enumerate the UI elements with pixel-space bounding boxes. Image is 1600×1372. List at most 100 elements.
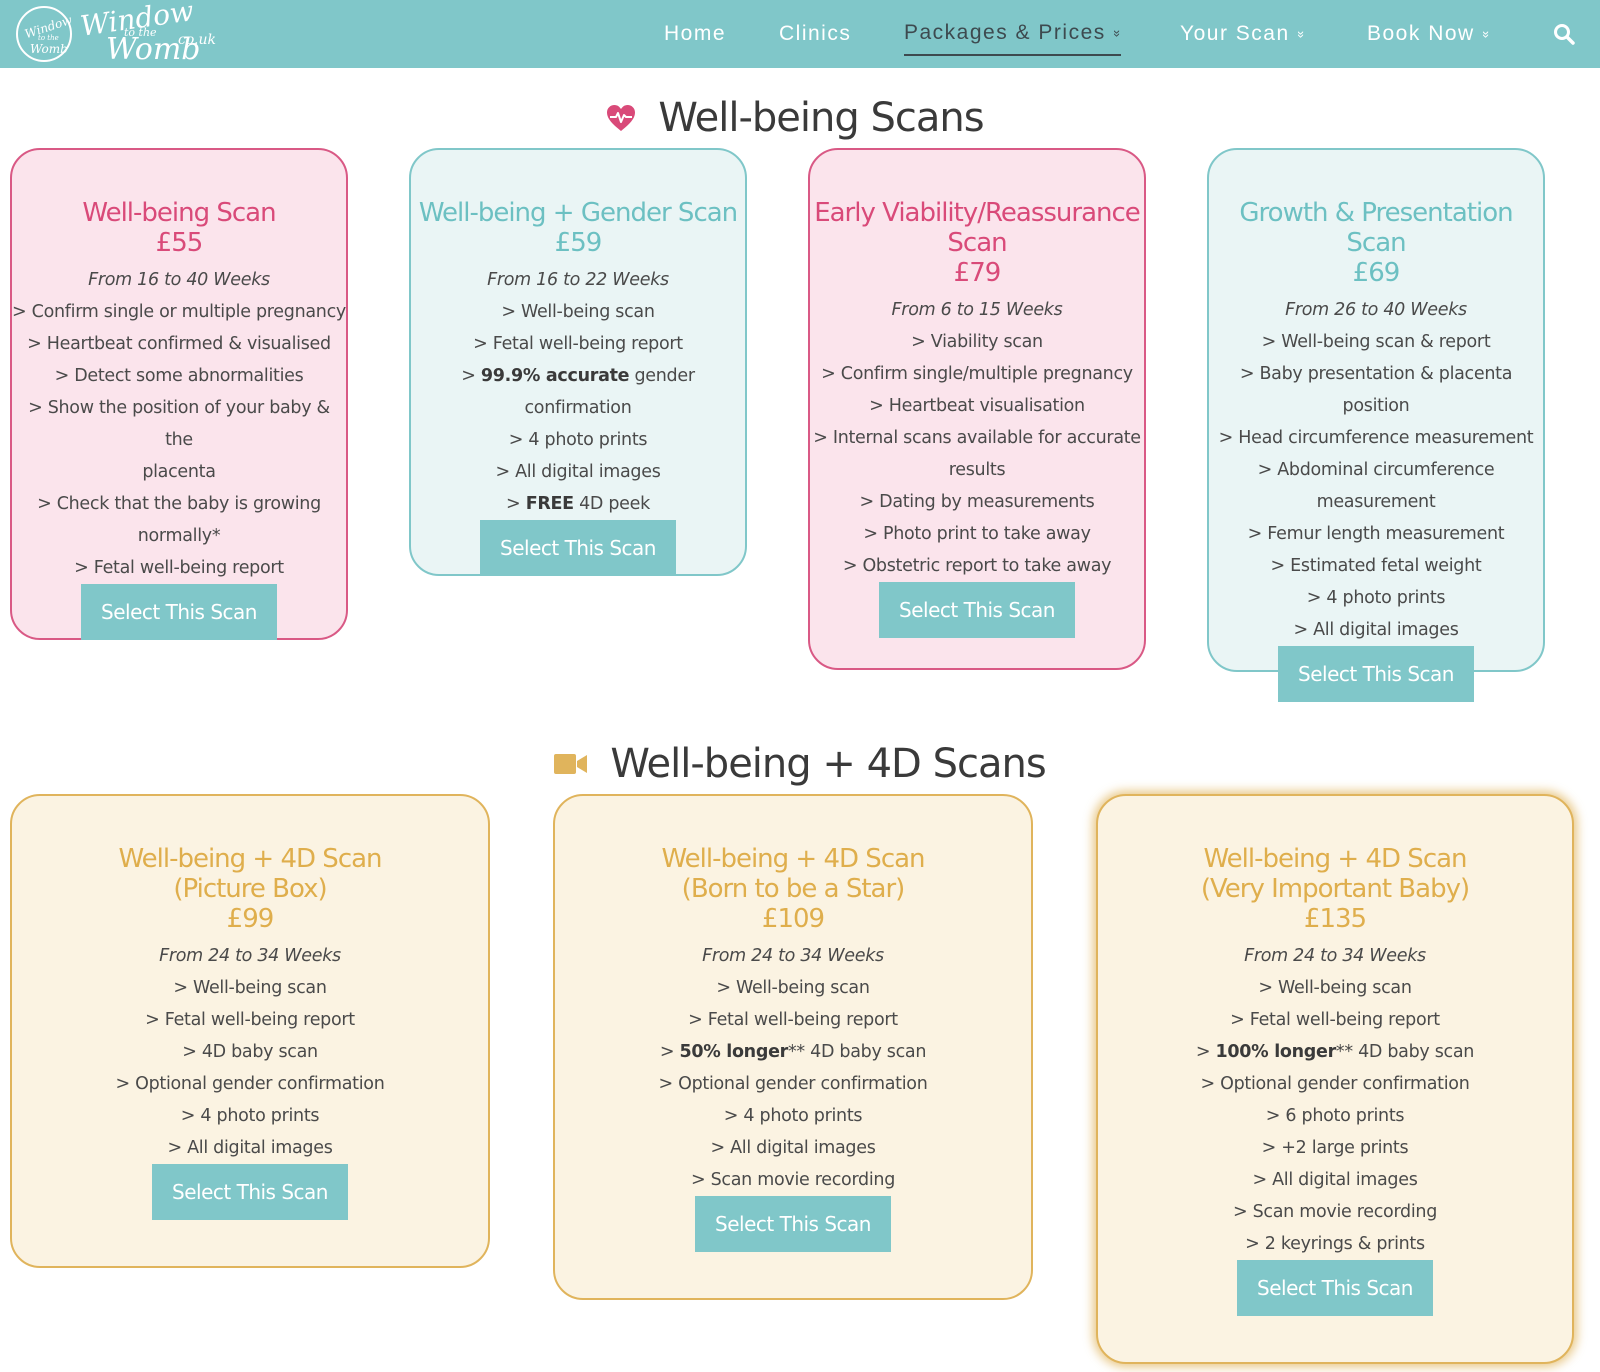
feature-item: > 2 keyrings & prints	[1245, 1234, 1425, 1254]
logo-text-domain: co.uk	[178, 32, 216, 48]
select-scan-button[interactable]: Select This Scan	[695, 1196, 891, 1252]
feature-item: > Optional gender confirmation	[1200, 1074, 1470, 1094]
nav-home[interactable]: Home	[664, 0, 726, 68]
feature-item: > Baby presentation & placenta position	[1239, 364, 1513, 416]
feature-item: > Optional gender confirmation	[115, 1074, 385, 1094]
feature-item: results	[948, 460, 1006, 480]
feature-item: > +2 large prints	[1261, 1138, 1409, 1158]
card-title: Well-being + Gender Scan	[418, 198, 738, 228]
chevron-down-icon: »	[1293, 30, 1309, 38]
feature-item: > 4D baby scan	[182, 1042, 318, 1062]
chevron-down-icon: »	[1109, 29, 1125, 37]
feature-item: > 100% longer** 4D baby scan	[1195, 1042, 1475, 1062]
card-weeks: From 24 to 34 Weeks	[702, 946, 884, 966]
feature-list: > Well-being scan > Fetal well-being rep…	[411, 296, 745, 520]
select-scan-button[interactable]: Select This Scan	[81, 584, 277, 640]
card-price: £55	[155, 228, 204, 258]
feature-item: > 50% longer** 4D baby scan	[659, 1042, 927, 1062]
section-title-wellbeing-4d-scans: Well-being + 4D Scans	[0, 734, 1600, 794]
feature-item: > 4 photo prints	[723, 1106, 863, 1126]
card-title-line2: (Picture Box)	[173, 874, 327, 904]
feature-list: > Well-being scan & report > Baby presen…	[1209, 326, 1543, 646]
feature-item: > All digital images	[167, 1138, 333, 1158]
feature-item: measurement	[1316, 492, 1436, 512]
feature-item: > Fetal well-being report	[1230, 1010, 1440, 1030]
feature-item: > Fetal well-being report	[688, 1010, 898, 1030]
chevron-down-icon: »	[1478, 30, 1494, 38]
scan-card-4d-born-to-be-a-star: Well-being + 4D Scan (Born to be a Star)…	[553, 794, 1033, 1300]
feature-item: > Well-being scan	[501, 302, 655, 322]
select-scan-button[interactable]: Select This Scan	[480, 520, 676, 576]
card-price: £99	[226, 904, 275, 934]
feature-item: > 4 photo prints	[180, 1106, 320, 1126]
select-scan-button[interactable]: Select This Scan	[1278, 646, 1474, 702]
feature-item: > Check that the baby is growing	[37, 494, 321, 514]
card-weeks: From 24 to 34 Weeks	[1244, 946, 1426, 966]
nav-packages-prices[interactable]: Packages & Prices »	[904, 0, 1125, 56]
card-weeks: From 24 to 34 Weeks	[159, 946, 341, 966]
card-title: Early Viability/Reassurance	[814, 198, 1141, 228]
nav-clinics[interactable]: Clinics	[779, 0, 851, 68]
section-title-wellbeing-scans: Well-being Scans	[0, 90, 1600, 146]
card-title: Growth & Presentation Scan	[1239, 198, 1513, 258]
feature-item: normally*	[137, 526, 221, 546]
feature-item: > All digital images	[495, 462, 661, 482]
feature-item: > Well-being scan & report	[1261, 332, 1491, 352]
card-weeks: From 26 to 40 Weeks	[1285, 300, 1467, 320]
card-price: £59	[554, 228, 603, 258]
feature-item: > 4 photo prints	[1306, 588, 1446, 608]
feature-item: > Heartbeat visualisation	[869, 396, 1085, 416]
feature-item: > Scan movie recording	[691, 1170, 895, 1190]
feature-item: > Abdominal circumference	[1257, 460, 1495, 480]
card-title-line2: (Very Important Baby)	[1200, 874, 1470, 904]
feature-list: > Well-being scan > Fetal well-being rep…	[1098, 972, 1572, 1260]
card-title: Well-being + 4D Scan	[1203, 844, 1467, 874]
card-title: Well-being + 4D Scan	[118, 844, 382, 874]
feature-item: > Dating by measurements	[859, 492, 1095, 512]
feature-item: > Detect some abnormalities	[54, 366, 304, 386]
feature-item: > Estimated fetal weight	[1270, 556, 1482, 576]
card-weeks: From 16 to 22 Weeks	[487, 270, 669, 290]
feature-item: > Fetal well-being report	[145, 1010, 355, 1030]
feature-item: > Head circumference measurement	[1218, 428, 1534, 448]
select-scan-button[interactable]: Select This Scan	[152, 1164, 348, 1220]
site-logo[interactable]: Window to the Womb Window to the Womb co…	[14, 0, 244, 67]
search-icon[interactable]	[1552, 22, 1576, 46]
feature-item: > Well-being scan	[716, 978, 870, 998]
feature-item: placenta	[142, 462, 216, 482]
select-scan-button[interactable]: Select This Scan	[1237, 1260, 1433, 1316]
nav-your-scan[interactable]: Your Scan »	[1180, 0, 1309, 68]
select-scan-button[interactable]: Select This Scan	[879, 582, 1075, 638]
feature-item: > Confirm single or multiple pregnancy	[12, 302, 346, 322]
scan-card-growth-presentation: Growth & Presentation Scan £69 From 26 t…	[1207, 148, 1545, 702]
card-price: £135	[1303, 904, 1367, 934]
feature-item: > Well-being scan	[173, 978, 327, 998]
feature-list: > Well-being scan > Fetal well-being rep…	[555, 972, 1031, 1196]
feature-item: > Scan movie recording	[1233, 1202, 1437, 1222]
feature-item: > Optional gender confirmation	[658, 1074, 928, 1094]
feature-item: > Fetal well-being report	[74, 558, 284, 578]
feature-list: > Confirm single or multiple pregnancy >…	[12, 296, 346, 584]
feature-item: > Show the position of your baby & the	[28, 398, 330, 450]
feature-item: > Fetal well-being report	[473, 334, 683, 354]
feature-list: > Viability scan > Confirm single/multip…	[810, 326, 1144, 582]
feature-item: > Photo print to take away	[863, 524, 1091, 544]
feature-item: > Viability scan	[911, 332, 1043, 352]
card-weeks: From 6 to 15 Weeks	[891, 300, 1063, 320]
card-title-line2: Scan	[947, 228, 1007, 258]
card-title: Well-being Scan	[82, 198, 276, 228]
top-navigation-bar: Window to the Womb Window to the Womb co…	[0, 0, 1600, 68]
feature-item: > Obstetric report to take away	[842, 556, 1112, 576]
feature-item: > Confirm single/multiple pregnancy	[821, 364, 1133, 384]
nav-book-now[interactable]: Book Now »	[1367, 0, 1494, 68]
scan-card-early-viability: Early Viability/Reassurance Scan £79 Fro…	[808, 148, 1146, 670]
card-price: £69	[1352, 258, 1401, 288]
feature-item: > Femur length measurement	[1247, 524, 1505, 544]
feature-item: > All digital images	[710, 1138, 876, 1158]
card-price: £79	[953, 258, 1002, 288]
card-price: £109	[761, 904, 825, 934]
card-title-line2: (Born to be a Star)	[681, 874, 906, 904]
card-title: Well-being + 4D Scan	[661, 844, 925, 874]
scan-card-wellbeing: Well-being Scan £55 From 16 to 40 Weeks …	[10, 148, 348, 640]
feature-item: > 6 photo prints	[1265, 1106, 1405, 1126]
